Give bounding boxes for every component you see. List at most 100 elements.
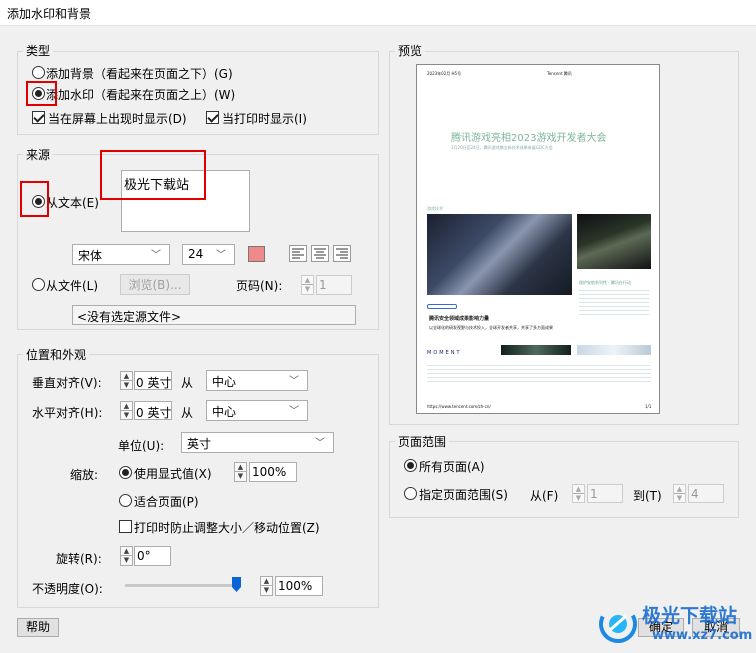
from-file-label[interactable]: 从文件(L) xyxy=(46,277,98,294)
specific-pages-label[interactable]: 指定页面范围(S) xyxy=(419,486,508,503)
range-to-spinner[interactable]: ▲ ▼ xyxy=(673,484,686,503)
align-center-icon xyxy=(314,248,326,259)
opacity-spinner[interactable]: ▲ ▼ xyxy=(260,576,273,596)
chevron-down-icon: ﹀ xyxy=(216,250,226,261)
window-title: 添加水印和背景 xyxy=(7,7,92,21)
chevron-down-icon: ﹀ xyxy=(151,250,161,261)
range-to-input[interactable]: 4 xyxy=(688,484,724,503)
preview-side-lines xyxy=(579,287,649,315)
preview-caption: 游戏技术 xyxy=(427,206,443,211)
fit-page-radio[interactable] xyxy=(119,494,132,507)
horizontal-offset-spinner[interactable]: ▲ ▼ xyxy=(120,401,133,420)
align-left-icon xyxy=(292,248,304,259)
vertical-offset-spinner[interactable]: ▲ ▼ xyxy=(120,371,133,390)
source-file-path: <没有选定源文件> xyxy=(72,305,356,325)
from-text-label[interactable]: 从文本(E) xyxy=(46,194,99,211)
preview-photo-small-1 xyxy=(501,345,571,355)
range-from-input[interactable]: 1 xyxy=(587,484,623,503)
chevron-down-icon: ﹀ xyxy=(289,406,299,417)
add-watermark-label[interactable]: 添加水印（看起来在页面之上）(W) xyxy=(46,86,235,103)
align-right-icon xyxy=(336,248,348,259)
vertical-align-label: 垂直对齐(V): xyxy=(32,376,102,390)
fit-page-label[interactable]: 适合页面(P) xyxy=(134,493,199,510)
font-select[interactable]: 宋体 ﹀ xyxy=(72,244,170,265)
explicit-scale-radio[interactable] xyxy=(119,466,132,479)
opacity-input[interactable]: 100% xyxy=(275,576,323,596)
show-on-print-checkbox[interactable] xyxy=(206,111,219,124)
font-value: 宋体 xyxy=(78,249,103,263)
page-range-section-label: 页面范围 xyxy=(395,433,450,450)
add-background-radio[interactable] xyxy=(32,66,45,79)
font-size-select[interactable]: 24 ﹀ xyxy=(182,244,235,265)
title-bar: 添加水印和背景 xyxy=(0,0,756,26)
preview-footer-url: https://www.tencent.com/zh-cn/ xyxy=(427,404,491,409)
range-to-label: 到(T) xyxy=(633,489,662,503)
source-section-label: 来源 xyxy=(23,146,54,163)
preview-photo-side xyxy=(577,214,651,269)
print-lock-checkbox[interactable] xyxy=(119,520,132,533)
add-background-label[interactable]: 添加背景（看起来在页面之下）(G) xyxy=(46,65,233,82)
all-pages-label[interactable]: 所有页面(A) xyxy=(419,458,485,475)
explicit-scale-label[interactable]: 使用显式值(X) xyxy=(134,465,212,482)
align-center-button[interactable] xyxy=(311,245,329,262)
print-lock-label[interactable]: 打印时防止调整大小／移动位置(Z) xyxy=(134,519,320,536)
preview-photo-main xyxy=(427,214,572,295)
preview-footer-page: 1/1 xyxy=(645,404,652,409)
preview-footer-lines xyxy=(427,362,651,384)
page-number-input[interactable]: 1 xyxy=(316,275,352,295)
page-range-group xyxy=(389,441,739,518)
vertical-anchor-select[interactable]: 中心 ﹀ xyxy=(206,370,308,391)
position-section-label: 位置和外观 xyxy=(23,346,90,363)
preview-header-left: 2023年02月 H5号 xyxy=(427,71,462,76)
horizontal-anchor-value: 中心 xyxy=(212,405,237,419)
scale-input[interactable]: 100% xyxy=(249,462,297,482)
vertical-from-label: 从 xyxy=(181,376,194,390)
rotate-input[interactable]: 0° xyxy=(134,546,171,566)
preview-headline: 腾讯游戏亮相2023游戏开发者大会 xyxy=(451,133,607,144)
highlight-watermark-radio xyxy=(26,81,57,106)
preview-article-body: 以全球化的研发视野与技术投入，全球开发者共享，共享了多方面成果 xyxy=(429,325,553,330)
preview-page: 2023年02月 H5号 Tencent 腾讯 腾讯游戏亮相2023游戏开发者大… xyxy=(416,64,660,414)
site-logo-icon xyxy=(598,604,638,644)
preview-tag xyxy=(427,304,457,309)
rotate-spinner[interactable]: ▲ ▼ xyxy=(120,546,133,566)
opacity-slider-thumb[interactable] xyxy=(232,577,241,592)
horizontal-offset-input[interactable]: 0 英寸 xyxy=(134,401,172,420)
preview-subline: 3月20日至24日，腾讯游戏携全新技术成果参展GDC大会 xyxy=(451,145,553,150)
from-file-radio[interactable] xyxy=(32,278,45,291)
preview-side-title: 践护安航系列性 · 腾讯在行动 xyxy=(579,280,631,285)
highlight-text-input xyxy=(100,150,206,200)
align-right-button[interactable] xyxy=(333,245,351,262)
preview-section-label: 预览 xyxy=(395,42,426,59)
horizontal-align-label: 水平对齐(H): xyxy=(32,406,103,420)
chevron-down-icon: ﹀ xyxy=(315,438,325,449)
site-watermark-url: www.xz7.com xyxy=(652,628,753,643)
preview-header-right: Tencent 腾讯 xyxy=(547,71,572,76)
horizontal-anchor-select[interactable]: 中心 ﹀ xyxy=(206,400,308,421)
help-button[interactable]: 帮助 xyxy=(17,618,59,637)
all-pages-radio[interactable] xyxy=(404,459,417,472)
show-on-print-label[interactable]: 当打印时显示(I) xyxy=(222,110,307,127)
color-swatch[interactable] xyxy=(248,246,265,262)
site-watermark-brand: 极光下载站 xyxy=(642,605,738,627)
scale-spinner[interactable]: ▲ ▼ xyxy=(234,462,247,482)
vertical-offset-input[interactable]: 0 英寸 xyxy=(134,371,172,390)
preview-footer-title: MOMENT xyxy=(427,350,462,356)
slider-thumb-icon xyxy=(232,577,241,592)
page-number-spinner[interactable]: ▲ ▼ xyxy=(301,275,314,295)
range-from-spinner[interactable]: ▲ ▼ xyxy=(572,484,585,503)
browse-button[interactable]: 浏览(B)... xyxy=(120,274,190,295)
unit-select[interactable]: 英寸 ﹀ xyxy=(181,432,334,453)
show-on-screen-label[interactable]: 当在屏幕上出现时显示(D) xyxy=(48,110,187,127)
show-on-screen-checkbox[interactable] xyxy=(32,111,45,124)
opacity-slider-track[interactable] xyxy=(125,584,240,587)
rotate-label: 旋转(R): xyxy=(56,552,102,566)
vertical-anchor-value: 中心 xyxy=(212,375,237,389)
highlight-text-radio xyxy=(20,181,49,217)
preview-photo-small-2 xyxy=(577,345,651,355)
unit-label: 单位(U): xyxy=(118,439,165,453)
specific-pages-radio[interactable] xyxy=(404,487,417,500)
type-section-label: 类型 xyxy=(23,42,54,59)
range-from-label: 从(F) xyxy=(530,489,559,503)
align-left-button[interactable] xyxy=(289,245,307,262)
